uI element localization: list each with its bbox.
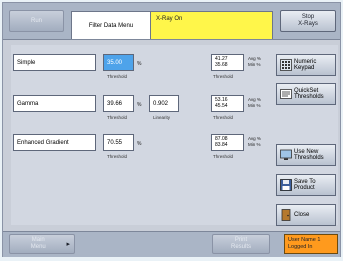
gamma-linearity-caption: Linearity bbox=[153, 115, 171, 120]
main-menu-label: Main Menu bbox=[10, 237, 66, 251]
save-icon bbox=[280, 179, 292, 191]
status-message: X-Ray On bbox=[150, 11, 273, 39]
user-status-badge[interactable]: User Name 1 Logged In bbox=[284, 234, 338, 254]
gamma-threshold-caption: Threshold bbox=[107, 115, 128, 120]
simple-threshold-caption: Threshold bbox=[107, 74, 128, 79]
numeric-keypad-label-2: Keypad bbox=[294, 65, 315, 71]
print-results-button[interactable]: Print Results bbox=[212, 234, 270, 254]
gamma-linearity-input[interactable]: 0.902 bbox=[149, 95, 179, 112]
door-icon bbox=[281, 209, 291, 221]
enhanced-gradient-readout-min: 83.84 bbox=[215, 142, 228, 148]
simple-threshold-input[interactable]: 35.00 bbox=[103, 54, 134, 71]
save-label-2: Product bbox=[294, 185, 315, 191]
filter-name-enhanced-gradient[interactable]: Enhanced Gradient bbox=[13, 134, 96, 151]
gamma-min-label: Min % bbox=[248, 103, 261, 108]
simple-readout-caption: Threshold bbox=[213, 74, 234, 79]
save-to-product-label: Save To Product bbox=[294, 179, 316, 191]
user-name: User Name 1 bbox=[288, 237, 321, 243]
quickset-label-2: Thresholds bbox=[294, 94, 324, 100]
quickset-thresholds-label: QuickSet Thresholds bbox=[294, 88, 324, 100]
print-results-label-1: Print bbox=[234, 237, 248, 243]
main-menu-label-2: Menu bbox=[30, 244, 46, 250]
stop-xrays-label-2: X-Rays bbox=[298, 21, 318, 27]
filter-name-simple[interactable]: Simple bbox=[13, 54, 96, 71]
stop-xrays-label-1: Stop bbox=[301, 14, 315, 20]
user-logged-in: Logged In bbox=[288, 244, 313, 250]
numeric-keypad-button[interactable]: Numeric Keypad bbox=[276, 54, 336, 76]
tab-filter-data-menu[interactable]: Filter Data Menu bbox=[71, 11, 151, 39]
stop-xrays-button[interactable]: Stop X-Rays bbox=[280, 10, 336, 32]
enhanced-gradient-avg-min-labels: Avg % Min % bbox=[248, 136, 261, 148]
chevron-right-icon: ▸ bbox=[66, 240, 70, 248]
enhanced-gradient-readout-caption: Threshold bbox=[213, 154, 234, 159]
close-button[interactable]: Close bbox=[276, 204, 336, 226]
gamma-readout-caption: Threshold bbox=[213, 115, 234, 120]
print-results-label-2: Results bbox=[230, 244, 251, 250]
quickset-icon bbox=[280, 89, 292, 99]
save-to-product-button[interactable]: Save To Product bbox=[276, 174, 336, 196]
enhanced-gradient-readout: 87.08 83.84 bbox=[211, 134, 244, 151]
gamma-readout-min: 45.54 bbox=[215, 103, 228, 109]
enhanced-gradient-min-label: Min % bbox=[248, 142, 261, 147]
close-label: Close bbox=[294, 212, 310, 218]
use-new-thresholds-button[interactable]: Use New Thresholds bbox=[276, 144, 336, 166]
main-menu-button[interactable]: Main Menu ▸ bbox=[9, 234, 75, 254]
simple-readout: 41.27 35.68 bbox=[211, 54, 244, 71]
simple-min-label: Min % bbox=[248, 62, 261, 67]
main-menu-label-1: Main bbox=[31, 237, 45, 243]
monitor-icon bbox=[280, 149, 292, 160]
use-new-label-2: Thresholds bbox=[294, 155, 324, 161]
keypad-icon bbox=[280, 59, 292, 71]
enhanced-gradient-threshold-caption: Threshold bbox=[107, 154, 128, 159]
simple-readout-min: 35.68 bbox=[215, 62, 228, 68]
gamma-threshold-unit: % bbox=[137, 102, 142, 108]
gamma-avg-min-labels: Avg % Min % bbox=[248, 97, 261, 109]
numeric-keypad-label: Numeric Keypad bbox=[294, 59, 316, 71]
gamma-threshold-input[interactable]: 39.66 bbox=[103, 95, 134, 112]
simple-threshold-unit: % bbox=[137, 61, 142, 67]
simple-avg-min-labels: Avg % Min % bbox=[248, 56, 261, 68]
use-new-thresholds-label: Use New Thresholds bbox=[294, 149, 324, 161]
filter-name-gamma[interactable]: Gamma bbox=[13, 95, 96, 112]
enhanced-gradient-threshold-unit: % bbox=[137, 141, 142, 147]
gamma-readout: 53.16 45.54 bbox=[211, 95, 244, 112]
enhanced-gradient-threshold-input[interactable]: 70.55 bbox=[103, 134, 134, 151]
run-button[interactable]: Run bbox=[9, 10, 64, 32]
quickset-thresholds-button[interactable]: QuickSet Thresholds bbox=[276, 83, 336, 105]
filter-data-screen: Run Filter Data Menu X-Ray On Stop X-Ray… bbox=[2, 2, 341, 257]
